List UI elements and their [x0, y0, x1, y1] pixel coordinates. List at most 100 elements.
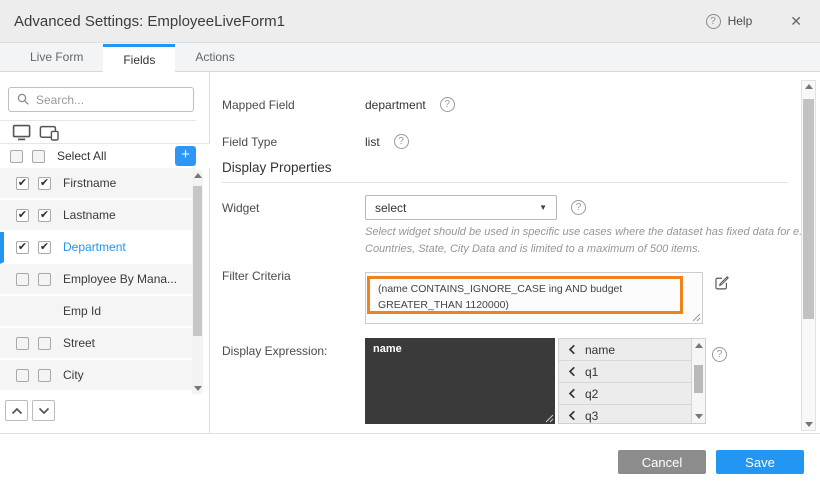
reorder-buttons	[5, 400, 55, 421]
checkbox[interactable]	[16, 369, 29, 382]
resize-grip-icon[interactable]	[692, 313, 701, 322]
mapped-field-label: Mapped Field	[222, 98, 365, 112]
dialog-body: Select All + ✔✔Firstname✔✔Lastname✔✔Depa…	[0, 72, 820, 433]
tab-fields[interactable]: Fields	[103, 44, 175, 80]
chevron-left-icon	[568, 410, 576, 421]
chevron-down-icon: ▼	[539, 203, 547, 212]
move-up-button[interactable]	[5, 400, 28, 421]
field-label: Lastname	[63, 208, 116, 222]
help-icon[interactable]: ?	[394, 134, 409, 149]
main-scrollbar[interactable]	[801, 80, 816, 431]
search-box[interactable]	[8, 87, 194, 112]
field-row-department[interactable]: ✔✔Department	[0, 232, 196, 264]
search-input[interactable]	[36, 93, 185, 107]
help-icon[interactable]: ?	[571, 200, 586, 215]
add-field-button[interactable]: +	[175, 146, 196, 166]
desktop-icon[interactable]	[12, 124, 32, 141]
select-all-web-checkbox[interactable]	[10, 150, 23, 163]
checkbox[interactable]	[16, 273, 29, 286]
field-type-label: Field Type	[222, 135, 365, 149]
tab-live-form[interactable]: Live Form	[10, 43, 103, 72]
checkbox[interactable]	[38, 337, 51, 350]
widget-label: Widget	[222, 201, 365, 215]
scroll-down-icon[interactable]	[805, 422, 813, 427]
field-label: Street	[63, 336, 95, 350]
checkbox[interactable]: ✔	[16, 241, 29, 254]
widget-select[interactable]: select ▼	[365, 195, 557, 220]
main-scroll-thumb[interactable]	[803, 99, 814, 319]
search-icon	[17, 93, 30, 106]
chevron-left-icon	[568, 366, 576, 377]
dialog-footer: Cancel Save	[0, 433, 820, 488]
help-icon[interactable]: ?	[440, 97, 455, 112]
field-list: ✔✔Firstname✔✔Lastname✔✔DepartmentEmploye…	[0, 168, 196, 392]
tab-actions[interactable]: Actions	[175, 43, 254, 72]
device-column-header	[0, 120, 196, 143]
sidebar-scroll-thumb[interactable]	[193, 186, 202, 336]
sidebar-scrollbar[interactable]	[192, 170, 203, 394]
display-expression-label: Display Expression:	[222, 344, 327, 358]
close-icon[interactable]: ✕	[790, 13, 802, 30]
field-type-value: list	[365, 135, 380, 149]
field-label: Emp Id	[63, 304, 101, 318]
annotation-highlight-box: (name CONTAINS_IGNORE_CASE ing AND budge…	[367, 276, 683, 314]
field-row-firstname[interactable]: ✔ ✔ Firstname	[0, 168, 196, 200]
mobile-icon[interactable]	[39, 124, 61, 141]
select-all-mobile-checkbox[interactable]	[32, 150, 45, 163]
scroll-down-icon[interactable]	[194, 386, 202, 391]
filter-criteria-label: Filter Criteria	[222, 269, 291, 283]
help-icon[interactable]: ?	[712, 347, 727, 362]
expression-help: ?	[712, 344, 727, 362]
field-type-row: Field Type list ?	[222, 134, 790, 149]
field-row-employee-by-mana[interactable]: Employee By Mana...	[0, 264, 196, 296]
checkbox[interactable]: ✔	[16, 177, 29, 190]
cancel-button[interactable]: Cancel	[618, 450, 706, 474]
checkbox[interactable]: ✔	[38, 209, 51, 222]
mapped-field-value: department	[365, 98, 426, 112]
expression-option-q3[interactable]: q3	[559, 405, 691, 424]
options-scrollbar[interactable]	[691, 339, 705, 423]
resize-grip-icon[interactable]	[545, 414, 554, 423]
edit-icon[interactable]	[713, 274, 730, 291]
select-all-label: Select All	[57, 149, 106, 163]
chevron-left-icon	[568, 344, 576, 355]
scroll-up-icon[interactable]	[805, 84, 813, 89]
expression-option-label: q3	[585, 409, 598, 423]
field-row-street[interactable]: Street	[0, 328, 196, 360]
advanced-settings-dialog: Advanced Settings: EmployeeLiveForm1 ? H…	[0, 0, 820, 488]
chevron-left-icon	[568, 388, 576, 399]
fields-sidebar: Select All + ✔✔Firstname✔✔Lastname✔✔Depa…	[0, 72, 210, 433]
checkbox[interactable]: ✔	[38, 177, 51, 190]
options-scroll-thumb[interactable]	[694, 365, 703, 393]
checkbox[interactable]	[38, 369, 51, 382]
field-row-lastname[interactable]: ✔ ✔ Lastname	[0, 200, 196, 232]
widget-select-value: select	[375, 201, 406, 215]
help-label[interactable]: Help	[728, 14, 753, 28]
checkbox[interactable]: ✔	[16, 209, 29, 222]
expression-option-q2[interactable]: q2	[559, 383, 691, 405]
field-row-emp-id[interactable]: Emp Id	[0, 296, 196, 328]
save-button[interactable]: Save	[716, 450, 804, 474]
mapped-field-row: Mapped Field department ?	[222, 97, 790, 112]
widget-hint-text: Select widget should be used in specific…	[365, 224, 813, 257]
expression-option-name[interactable]: name	[559, 339, 691, 361]
field-label: City	[63, 368, 84, 382]
dialog-title: Advanced Settings: EmployeeLiveForm1	[14, 13, 285, 30]
checkbox[interactable]	[38, 273, 51, 286]
scroll-down-icon[interactable]	[695, 414, 703, 419]
scroll-up-icon[interactable]	[695, 343, 703, 348]
display-expression-editor[interactable]: name	[365, 338, 555, 424]
title-actions: ? Help ✕	[706, 13, 802, 30]
help-icon[interactable]: ?	[706, 14, 721, 29]
expression-option-q1[interactable]: q1	[559, 361, 691, 383]
checkbox[interactable]: ✔	[38, 241, 51, 254]
scroll-up-icon[interactable]	[194, 173, 202, 178]
filter-criteria-value: (name CONTAINS_IGNORE_CASE ing AND budge…	[378, 283, 622, 311]
move-down-button[interactable]	[32, 400, 55, 421]
checkbox[interactable]	[16, 337, 29, 350]
filter-criteria-textarea[interactable]: (name CONTAINS_IGNORE_CASE ing AND budge…	[365, 272, 703, 324]
expression-options: nameq1q2 q3	[559, 339, 691, 424]
field-row-city[interactable]: City	[0, 360, 196, 392]
field-label: Firstname	[63, 176, 116, 190]
main-scroll-track[interactable]	[802, 93, 815, 418]
